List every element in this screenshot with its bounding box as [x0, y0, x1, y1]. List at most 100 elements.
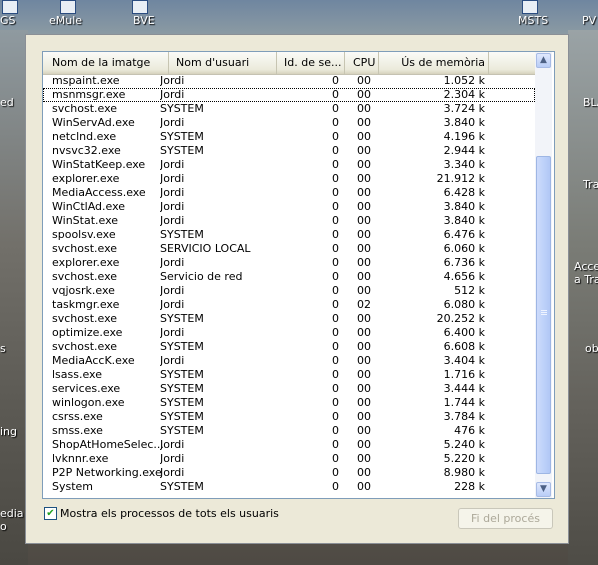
process-row[interactable]: optimize.exe Jordi 0 00 6.400 k [43, 326, 535, 340]
process-row[interactable]: mspaint.exe Jordi 0 00 1.052 k [43, 74, 535, 88]
column-header-user-name[interactable]: Nom d'usuari [169, 52, 277, 74]
process-row[interactable]: ShopAtHomeSelec... Jordi 0 00 5.240 k [43, 438, 535, 452]
process-name: nvsvc32.exe [52, 144, 121, 157]
processes-tab-panel: Nom de la imatge Nom d'usuari Id. de se.… [25, 34, 569, 544]
desktop-side-label[interactable]: Tra [583, 178, 598, 191]
process-row[interactable]: csrss.exe SYSTEM 0 00 3.784 k [43, 410, 535, 424]
desktop-side-label[interactable]: Acce [574, 260, 598, 273]
column-header-image-name[interactable]: Nom de la imatge [43, 52, 169, 74]
process-row[interactable]: explorer.exe Jordi 0 00 6.736 k [43, 256, 535, 270]
show-all-users-checkbox[interactable]: ✔ [44, 507, 57, 520]
process-name: System [52, 480, 94, 493]
msts-icon[interactable] [522, 0, 538, 14]
shortcut-icon[interactable] [2, 0, 18, 14]
desktop-icon-label[interactable]: eMule [49, 14, 82, 27]
process-session-id: 0 [332, 158, 339, 171]
process-user: Jordi [160, 466, 185, 479]
vertical-scrollbar[interactable]: ▲ ▼ [535, 52, 552, 498]
process-row[interactable]: nvsvc32.exe SYSTEM 0 00 2.944 k [43, 144, 535, 158]
process-user: Jordi [160, 186, 185, 199]
process-user: Jordi [160, 326, 185, 339]
process-memory: 3.340 k [443, 158, 485, 171]
desktop-side-label[interactable]: edia [0, 507, 24, 520]
process-row[interactable]: services.exe SYSTEM 0 00 3.444 k [43, 382, 535, 396]
process-row[interactable]: svchost.exe SYSTEM 0 00 3.724 k [43, 102, 535, 116]
column-header-memory-usage[interactable]: Ús de memòria [379, 52, 489, 74]
process-name: optimize.exe [52, 326, 123, 339]
process-session-id: 0 [332, 130, 339, 143]
process-row[interactable]: System SYSTEM 0 00 228 k [43, 480, 535, 494]
process-session-id: 0 [332, 480, 339, 493]
process-user: Jordi [160, 172, 185, 185]
process-session-id: 0 [332, 116, 339, 129]
process-session-id: 0 [332, 382, 339, 395]
desktop-side-label[interactable]: BLA [583, 96, 598, 109]
process-row[interactable]: vqjosrk.exe Jordi 0 00 512 k [43, 284, 535, 298]
bve-icon[interactable] [132, 0, 148, 14]
desktop-side-label[interactable]: ob [585, 342, 598, 355]
process-name: netclnd.exe [52, 130, 117, 143]
process-name: svchost.exe [52, 242, 118, 255]
process-row[interactable]: netclnd.exe SYSTEM 0 00 4.196 k [43, 130, 535, 144]
process-name: winlogon.exe [52, 396, 125, 409]
process-row[interactable]: lsass.exe SYSTEM 0 00 1.716 k [43, 368, 535, 382]
process-name: svchost.exe [52, 312, 118, 325]
process-session-id: 0 [332, 270, 339, 283]
desktop-icon-label[interactable]: PV [582, 14, 596, 27]
process-row[interactable]: svchost.exe SERVICIO LOCAL 0 00 6.060 k [43, 242, 535, 256]
scroll-up-button[interactable]: ▲ [536, 53, 551, 68]
process-user: SERVICIO LOCAL [160, 242, 251, 255]
process-cpu: 00 [357, 410, 371, 423]
show-all-users-label[interactable]: Mostra els processos de tots els usuaris [60, 507, 279, 520]
process-row[interactable]: P2P Networking.exe Jordi 0 00 8.980 k [43, 466, 535, 480]
process-memory: 3.840 k [443, 116, 485, 129]
process-row[interactable]: MediaAccK.exe Jordi 0 00 3.404 k [43, 354, 535, 368]
column-header-session-id[interactable]: Id. de se... [277, 52, 345, 74]
process-user: Servicio de red [160, 270, 243, 283]
process-session-id: 0 [332, 396, 339, 409]
process-memory: 6.476 k [443, 228, 485, 241]
emule-icon[interactable] [60, 0, 76, 14]
end-process-button[interactable]: Fi del procés [458, 508, 553, 529]
scroll-down-button[interactable]: ▼ [536, 482, 551, 497]
process-cpu: 00 [357, 130, 371, 143]
column-header-cpu[interactable]: CPU [345, 52, 379, 74]
desktop-icon-label[interactable]: BVE [133, 14, 155, 27]
process-row[interactable]: spoolsv.exe SYSTEM 0 00 6.476 k [43, 228, 535, 242]
process-memory: 3.840 k [443, 200, 485, 213]
process-row[interactable]: explorer.exe Jordi 0 00 21.912 k [43, 172, 535, 186]
process-name: lsass.exe [52, 368, 102, 381]
process-row[interactable]: WinStat.exe Jordi 0 00 3.840 k [43, 214, 535, 228]
process-row[interactable]: lvknnr.exe Jordi 0 00 5.220 k [43, 452, 535, 466]
process-name: explorer.exe [52, 256, 120, 269]
process-row[interactable]: svchost.exe SYSTEM 0 00 6.608 k [43, 340, 535, 354]
process-cpu: 00 [357, 340, 371, 353]
process-session-id: 0 [332, 410, 339, 423]
process-row[interactable]: svchost.exe SYSTEM 0 00 20.252 k [43, 312, 535, 326]
process-row[interactable]: WinStatKeep.exe Jordi 0 00 3.340 k [43, 158, 535, 172]
desktop-side-label[interactable]: a Tra [574, 273, 598, 286]
desktop-icon-label[interactable]: GS [0, 14, 16, 27]
desktop-side-label[interactable]: ing [0, 425, 17, 438]
process-user: SYSTEM [160, 382, 204, 395]
process-row[interactable]: taskmgr.exe Jordi 0 02 6.080 k [43, 298, 535, 312]
process-row[interactable]: MediaAccess.exe Jordi 0 00 6.428 k [43, 186, 535, 200]
process-row[interactable]: WinServAd.exe Jordi 0 00 3.840 k [43, 116, 535, 130]
desktop-side-label[interactable]: o [0, 520, 7, 533]
desktop-icon-label[interactable]: MSTS [518, 14, 548, 27]
process-row[interactable]: msnmsgr.exe Jordi 0 00 2.304 k [43, 88, 535, 102]
process-name: svchost.exe [52, 270, 118, 283]
process-list[interactable]: Nom de la imatge Nom d'usuari Id. de se.… [42, 51, 555, 499]
desktop-side-label[interactable]: s [0, 342, 6, 355]
scroll-thumb[interactable] [536, 156, 551, 474]
process-row[interactable]: smss.exe SYSTEM 0 00 476 k [43, 424, 535, 438]
process-cpu: 00 [357, 354, 371, 367]
desktop-side-label[interactable]: ed [0, 96, 14, 109]
process-cpu: 00 [357, 480, 371, 493]
process-memory: 4.656 k [443, 270, 485, 283]
process-row[interactable]: WinCtlAd.exe Jordi 0 00 3.840 k [43, 200, 535, 214]
process-row[interactable]: svchost.exe Servicio de red 0 00 4.656 k [43, 270, 535, 284]
process-memory: 5.220 k [443, 452, 485, 465]
process-row[interactable]: winlogon.exe SYSTEM 0 00 1.744 k [43, 396, 535, 410]
process-session-id: 0 [332, 144, 339, 157]
